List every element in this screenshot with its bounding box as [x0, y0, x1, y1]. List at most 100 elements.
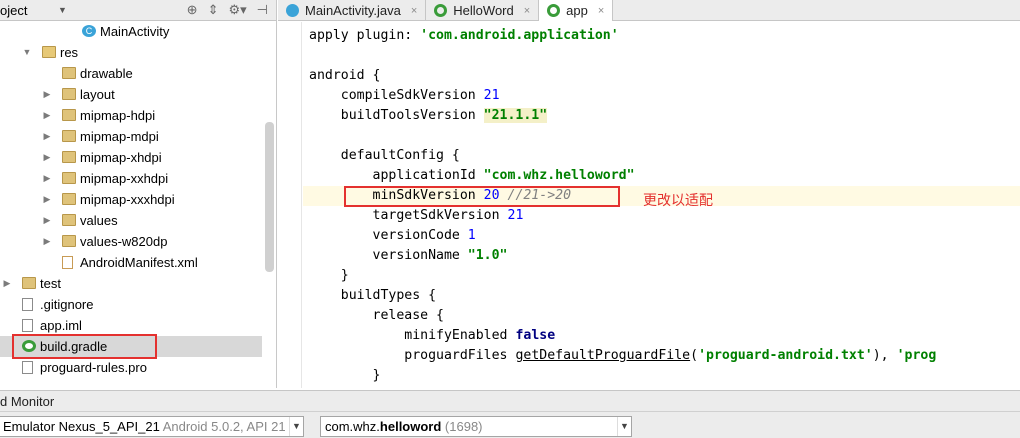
tree-item-label: mipmap-xxhdpi	[80, 171, 169, 186]
min-sdk-highlight-box	[344, 186, 620, 207]
folder-icon	[42, 46, 56, 58]
tree-item[interactable]: ▶ values-w820dp	[0, 231, 262, 252]
tree-item[interactable]: drawable	[0, 63, 262, 84]
tab-label: HelloWord	[453, 3, 514, 18]
code-line: apply plugin: 'com.android.application'	[309, 28, 619, 43]
process-prefix: com.whz.	[325, 419, 380, 434]
code-line: versionCode 1	[309, 228, 476, 243]
tree-item-label: AndroidManifest.xml	[80, 255, 198, 270]
tree-item[interactable]: ▼ res	[0, 42, 262, 63]
tree-item-label: app.iml	[40, 318, 82, 333]
collapsed-arrow-icon[interactable]: ▶	[42, 168, 52, 189]
file-icon	[22, 298, 33, 311]
process-name: helloword	[379, 419, 442, 434]
close-icon[interactable]: ×	[411, 5, 417, 17]
tree-item[interactable]: ▶ mipmap-xhdpi	[0, 147, 262, 168]
code-line: versionName "1.0"	[309, 248, 508, 263]
code-line: buildToolsVersion "21.1.1"	[309, 108, 548, 123]
class-icon	[286, 4, 299, 17]
code-line: buildTypes {	[309, 288, 437, 303]
tree-item[interactable]: proguard-rules.pro	[0, 357, 262, 378]
code-line: compileSdkVersion 21	[309, 88, 500, 103]
sync-icon[interactable]: ⊕	[187, 2, 198, 18]
tree-item-label: res	[60, 45, 79, 60]
folder-icon	[62, 67, 76, 79]
collapsed-arrow-icon[interactable]: ▶	[42, 210, 52, 231]
code-line: minifyEnabled false	[309, 328, 556, 343]
tree-item[interactable]: AndroidManifest.xml	[0, 252, 262, 273]
project-panel: oject ▼ ⊕ ⇕ ⚙▾ ⊣ C MainActivity ▼ res drawab…	[0, 0, 277, 388]
tree-item[interactable]: .gitignore	[0, 294, 262, 315]
monitor-label[interactable]: d Monitor	[0, 394, 54, 409]
tree-item-label: .gitignore	[40, 297, 94, 312]
chevron-down-icon[interactable]: ▼	[617, 417, 631, 436]
folder-icon	[22, 277, 36, 289]
collapsed-arrow-icon[interactable]: ▶	[42, 126, 52, 147]
tree-item-label: drawable	[80, 66, 133, 81]
collapsed-arrow-icon[interactable]: ▶	[42, 231, 52, 252]
gear-icon[interactable]: ⚙▾	[228, 2, 246, 18]
tree-item[interactable]: ▶ mipmap-xxxhdpi	[0, 189, 262, 210]
editor-tab[interactable]: app ×	[539, 0, 614, 21]
collapsed-arrow-icon[interactable]: ▶	[42, 105, 52, 126]
code-line: }	[309, 268, 349, 283]
tree-item[interactable]: C MainActivity	[0, 21, 262, 42]
folder-icon	[62, 151, 76, 163]
collapsed-arrow-icon[interactable]: ▶	[2, 273, 12, 294]
tree-item-label: values-w820dp	[80, 234, 168, 249]
expanded-arrow-icon[interactable]: ▼	[22, 42, 32, 63]
tree-item[interactable]: ▶ mipmap-hdpi	[0, 105, 262, 126]
gradle-icon	[434, 4, 448, 17]
code-line: release {	[309, 308, 444, 323]
hide-panel-icon[interactable]: ⊣	[257, 2, 268, 18]
tree-item[interactable]: ▶ layout	[0, 84, 262, 105]
process-pid: (1698)	[444, 419, 483, 434]
project-view-selector[interactable]: oject	[0, 3, 58, 18]
tree-item-label: proguard-rules.pro	[40, 360, 147, 375]
tree-item[interactable]: ▶ mipmap-mdpi	[0, 126, 262, 147]
project-panel-header: oject ▼ ⊕ ⇕ ⚙▾ ⊣	[0, 0, 276, 21]
class-icon: C	[82, 25, 96, 37]
close-icon[interactable]: ×	[524, 5, 530, 17]
device-selector[interactable]: Emulator Nexus_5_API_21 Android 5.0.2, A…	[0, 416, 304, 437]
code-line: proguardFiles getDefaultProguardFile('pr…	[309, 348, 937, 363]
chevron-down-icon[interactable]: ▼	[289, 417, 303, 436]
project-tree: C MainActivity ▼ res drawable ▶ layout ▶ mipmap-…	[0, 21, 262, 378]
tree-item[interactable]: ▶ test	[0, 273, 262, 294]
tree-item[interactable]: app.iml	[0, 315, 262, 336]
tree-item-label: MainActivity	[100, 24, 170, 39]
tree-item-label: mipmap-hdpi	[80, 108, 156, 123]
code-line: android {	[309, 68, 381, 83]
folder-icon	[62, 235, 76, 247]
file-icon	[22, 319, 33, 332]
collapse-all-icon[interactable]: ⇕	[208, 2, 219, 18]
collapsed-arrow-icon[interactable]: ▶	[42, 189, 52, 210]
annotation-note: 更改以适配	[643, 193, 713, 209]
code-line: applicationId "com.whz.helloword"	[309, 168, 635, 183]
device-name: Emulator Nexus_5_API_21	[3, 419, 160, 434]
close-icon[interactable]: ×	[598, 5, 604, 17]
chevron-down-icon[interactable]: ▼	[58, 5, 72, 15]
device-info: Android 5.0.2, API 21	[162, 419, 286, 434]
collapsed-arrow-icon[interactable]: ▶	[42, 147, 52, 168]
tree-item-label: test	[40, 276, 61, 291]
editor-tab[interactable]: MainActivity.java ×	[278, 0, 427, 21]
tree-item[interactable]: ▶ values	[0, 210, 262, 231]
editor-tabs: MainActivity.java × HelloWord × app ×	[278, 0, 1020, 21]
editor-tab[interactable]: HelloWord ×	[426, 0, 540, 21]
project-scrollbar[interactable]	[265, 122, 274, 272]
monitor-tool-window-header: d Monitor	[0, 390, 1020, 411]
process-selector[interactable]: com.whz.helloword (1698) ▼	[320, 416, 632, 437]
build-gradle-highlight-box	[12, 334, 157, 359]
folder-icon	[62, 214, 76, 226]
code-line: }	[309, 368, 381, 383]
tree-item-label: mipmap-xxxhdpi	[80, 192, 175, 207]
code-line: targetSdkVersion 21	[309, 208, 524, 223]
xml-icon	[62, 256, 73, 269]
collapsed-arrow-icon[interactable]: ▶	[42, 84, 52, 105]
gradle-icon	[547, 4, 561, 17]
tree-item[interactable]: ▶ mipmap-xxhdpi	[0, 168, 262, 189]
folder-icon	[62, 193, 76, 205]
tree-item-label: mipmap-mdpi	[80, 129, 159, 144]
tab-label: MainActivity.java	[305, 3, 401, 18]
